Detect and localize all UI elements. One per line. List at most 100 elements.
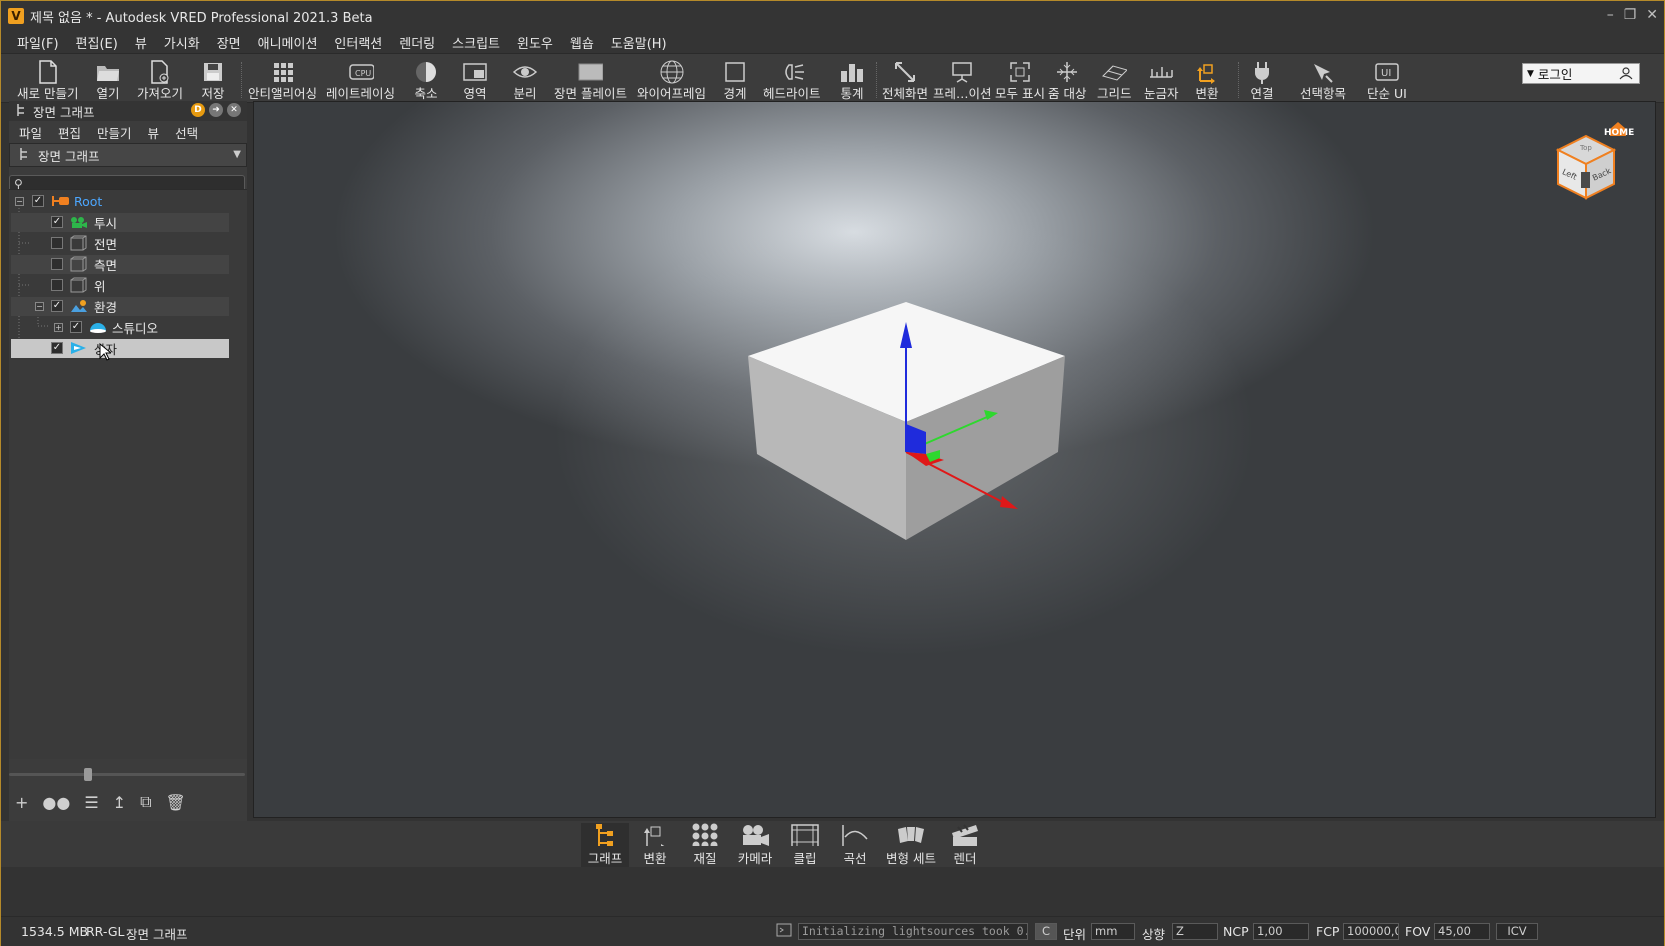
import-icon xyxy=(147,60,173,84)
antialiasing-button[interactable]: 안티앨리어싱 xyxy=(248,56,317,102)
close-icon[interactable]: ✕ xyxy=(1646,7,1658,23)
menu-visualization[interactable]: 가시화 xyxy=(164,33,200,52)
panel-close-icon[interactable]: ✕ xyxy=(227,103,241,117)
minimize-icon[interactable]: – xyxy=(1607,7,1614,23)
scene-plate-button[interactable]: 장면 플레이트 xyxy=(554,56,627,102)
bounds-button[interactable]: 경계 xyxy=(722,56,748,102)
dock-transform-button[interactable]: 변환 xyxy=(631,823,679,867)
visibility-checkbox[interactable]: ✓ xyxy=(51,342,63,354)
connect-button[interactable]: 연결 xyxy=(1249,56,1275,102)
icv-button[interactable]: ICV xyxy=(1496,923,1538,940)
log-output[interactable]: Initializing lightsources took 0... xyxy=(798,923,1028,940)
transform-toolbar-button[interactable]: 변환 xyxy=(1194,56,1220,102)
visibility-checkbox[interactable] xyxy=(51,237,63,249)
raytracing-button[interactable]: CPU 레이트레이싱 xyxy=(326,56,395,102)
simple-ui-button[interactable]: UI 단순 UI xyxy=(1367,56,1407,102)
menu-scripts[interactable]: 스크립트 xyxy=(452,33,500,52)
visibility-checkbox[interactable]: ✓ xyxy=(51,216,63,228)
home-label[interactable]: HOME xyxy=(1604,128,1634,138)
panel-slider-thumb[interactable] xyxy=(84,768,92,781)
module-selector[interactable]: 장면 그래프 ▼ xyxy=(9,143,247,167)
dock-materials-button[interactable]: 재질 xyxy=(681,823,729,867)
dock-curve-button[interactable]: 곡선 xyxy=(831,823,879,867)
visibility-checkbox[interactable]: ✓ xyxy=(70,321,82,333)
dock-render-button[interactable]: 렌더 xyxy=(941,823,989,867)
tree-row-top[interactable]: 위 xyxy=(11,276,229,295)
unit-select[interactable]: mm xyxy=(1091,923,1135,940)
collapse-icon[interactable]: − xyxy=(15,197,24,206)
ui-icon: UI xyxy=(1374,60,1400,84)
wireframe-button[interactable]: 와이어프레임 xyxy=(637,56,706,102)
zoom-target-button[interactable]: 줌 대상 xyxy=(1048,56,1086,102)
ruler-button[interactable]: 눈금자 xyxy=(1144,56,1179,102)
panel-menu-create[interactable]: 만들기 xyxy=(97,123,132,142)
show-all-button[interactable]: 모두 표시 xyxy=(995,56,1045,102)
statistics-button[interactable]: 통계 xyxy=(839,56,865,102)
tree-row-perspective[interactable]: ✓ 투시 xyxy=(11,213,229,232)
menu-animation[interactable]: 애니메이션 xyxy=(258,33,318,52)
duplicate-icon[interactable]: ⧉ xyxy=(140,792,151,812)
align-icon[interactable]: ☰ xyxy=(84,793,98,812)
dock-clip-button[interactable]: 클립 xyxy=(781,823,829,867)
fcp-input[interactable]: 100000,00 xyxy=(1343,923,1399,940)
panel-menu-select[interactable]: 선택 xyxy=(175,123,198,142)
menu-webshop[interactable]: 웹숍 xyxy=(570,33,594,52)
render-viewport[interactable]: HOME Left Back Top xyxy=(253,101,1656,818)
visibility-checkbox[interactable]: ✓ xyxy=(32,195,44,207)
menu-window[interactable]: 윈도우 xyxy=(517,33,553,52)
group-icon[interactable]: ●● xyxy=(42,793,70,812)
import-button[interactable]: 가져오기 xyxy=(137,56,183,102)
visibility-checkbox[interactable]: ✓ xyxy=(51,300,63,312)
login-dropdown[interactable]: ▼ 로그인 xyxy=(1522,63,1640,84)
viewcube[interactable]: HOME Left Back Top xyxy=(1540,118,1634,218)
fullscreen-button[interactable]: 전체화면 xyxy=(882,56,928,102)
tree-row-front[interactable]: 전면 xyxy=(11,234,229,253)
fov-input[interactable]: 45,00 xyxy=(1434,923,1490,940)
visibility-checkbox[interactable] xyxy=(51,258,63,270)
tonemapping-button[interactable]: 축소 xyxy=(413,56,439,102)
show-all-icon xyxy=(1007,60,1033,84)
tree-row-root[interactable]: − ✓ Root xyxy=(11,192,229,211)
terminal-icon[interactable] xyxy=(776,923,792,940)
visibility-checkbox[interactable] xyxy=(51,279,63,291)
delete-icon[interactable]: 🗑 xyxy=(166,793,186,812)
collapse-icon[interactable]: − xyxy=(35,302,44,311)
panel-menu-view[interactable]: 뷰 xyxy=(148,123,160,142)
dock-icon[interactable]: D xyxy=(191,103,205,117)
dock-graph-button[interactable]: 그래프 xyxy=(581,823,629,867)
tree-row-side[interactable]: 측면 xyxy=(11,255,229,274)
presentation-button[interactable]: 프레…이션 xyxy=(933,56,992,102)
maximize-icon[interactable]: ❐ xyxy=(1624,7,1637,23)
menu-help[interactable]: 도움말(H) xyxy=(611,33,667,52)
open-button[interactable]: 열기 xyxy=(95,56,121,102)
menu-interaction[interactable]: 인터랙션 xyxy=(334,33,382,52)
clear-log-button[interactable]: C xyxy=(1035,923,1057,940)
menu-view[interactable]: 뷰 xyxy=(135,33,147,52)
panel-slider-track[interactable] xyxy=(9,773,245,776)
dock-variant-sets-button[interactable]: 변형 세트 xyxy=(881,823,941,867)
save-button[interactable]: 저장 xyxy=(200,56,226,102)
ncp-input[interactable]: 1,00 xyxy=(1253,923,1309,940)
panel-menu-edit[interactable]: 편집 xyxy=(58,123,81,142)
expand-icon[interactable]: + xyxy=(54,323,63,332)
tree-row-studio[interactable]: + ✓ 스튜디오 xyxy=(11,318,229,337)
move-up-icon[interactable]: ↥ xyxy=(113,793,126,812)
isolate-button[interactable]: 분리 xyxy=(512,56,538,102)
menu-rendering[interactable]: 렌더링 xyxy=(399,33,435,52)
menu-file[interactable]: 파일(F) xyxy=(17,33,59,52)
menu-scene[interactable]: 장면 xyxy=(217,33,241,52)
panel-menu-file[interactable]: 파일 xyxy=(19,123,42,142)
import-label: 가져오기 xyxy=(137,86,184,101)
headlight-button[interactable]: 헤드라이트 xyxy=(763,56,821,102)
arrow-right-icon[interactable]: ➜ xyxy=(209,103,223,117)
dock-camera-button[interactable]: 카메라 xyxy=(731,823,779,867)
selection-button[interactable]: 선택항목 xyxy=(1300,56,1346,102)
up-axis-select[interactable]: Z xyxy=(1172,923,1218,940)
add-icon[interactable]: + xyxy=(15,793,28,812)
new-button[interactable]: 새로 만들기 xyxy=(17,56,78,102)
region-button[interactable]: 영역 xyxy=(462,56,488,102)
grid-button[interactable]: 그리드 xyxy=(1097,56,1132,102)
tree-row-box[interactable]: ✓ 상자 xyxy=(11,339,229,361)
menu-edit[interactable]: 편집(E) xyxy=(76,33,118,52)
tree-row-environment[interactable]: − ✓ 환경 xyxy=(11,297,229,316)
